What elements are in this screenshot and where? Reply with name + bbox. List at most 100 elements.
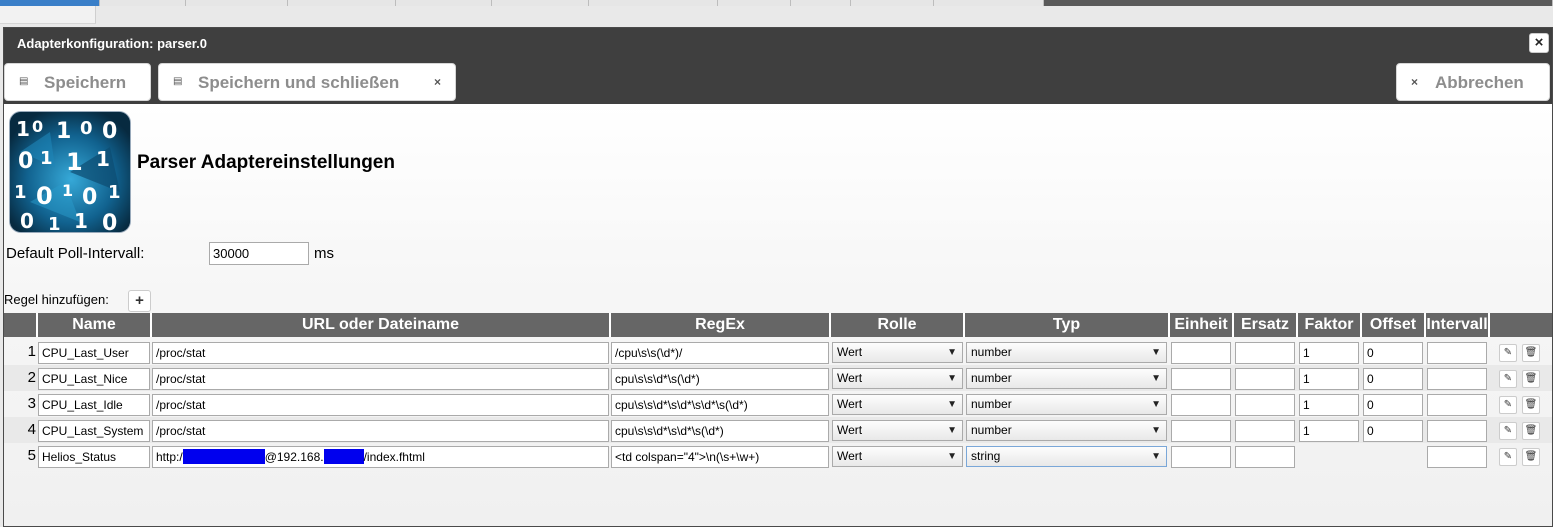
substitute-field[interactable]	[1235, 394, 1295, 416]
type-select[interactable]: string ▼	[966, 446, 1167, 467]
type-select[interactable]: number ▼	[966, 420, 1167, 441]
row-number: 5	[27, 447, 36, 464]
regex-field[interactable]: <td colspan="4">\n(\s+\w+)	[611, 446, 829, 468]
chevron-down-icon: ▼	[947, 347, 957, 358]
substitute-field[interactable]	[1235, 420, 1295, 442]
close-dialog-button[interactable]: ×	[1529, 33, 1549, 53]
save-button-label: Speichern	[44, 73, 127, 92]
header-role: Rolle	[831, 313, 965, 337]
unit-field[interactable]	[1171, 446, 1231, 468]
offset-field[interactable]: 0	[1363, 420, 1423, 442]
add-rule-button[interactable]: +	[128, 290, 151, 312]
trash-icon: 🗑	[1524, 425, 1538, 436]
svg-text:0: 0	[80, 118, 93, 139]
factor-field[interactable]: 1	[1299, 342, 1359, 364]
unit-field[interactable]	[1171, 368, 1231, 390]
url-field[interactable]: /proc/stat	[152, 394, 609, 416]
offset-field[interactable]: 0	[1363, 368, 1423, 390]
name-field[interactable]: CPU_Last_Idle	[38, 394, 150, 416]
delete-button[interactable]: 🗑	[1522, 344, 1540, 362]
chevron-down-icon: ▼	[947, 451, 957, 462]
svg-text:1: 1	[108, 182, 121, 203]
interval-field[interactable]	[1427, 446, 1487, 468]
close-icon: ×	[434, 75, 442, 89]
delete-button[interactable]: 🗑	[1522, 448, 1540, 466]
tab[interactable]	[718, 0, 791, 6]
tab[interactable]	[288, 0, 396, 6]
role-select-value: Wert	[837, 449, 863, 463]
type-select[interactable]: number ▼	[966, 342, 1167, 363]
role-select[interactable]: Wert ▼	[832, 420, 963, 441]
dialog-content: 1 0 1 0 0 0 1 1 1 1 0 1 0 1 0 1 1 0 Pars…	[4, 104, 1552, 526]
substitute-field[interactable]	[1235, 342, 1295, 364]
factor-field[interactable]: 1	[1299, 368, 1359, 390]
chevron-down-icon: ▼	[1151, 399, 1161, 410]
tab[interactable]	[791, 0, 851, 6]
type-select[interactable]: number ▼	[966, 368, 1167, 389]
svg-text:0: 0	[102, 211, 117, 233]
role-select[interactable]: Wert ▼	[832, 446, 963, 467]
url-field[interactable]: /proc/stat	[152, 368, 609, 390]
name-field[interactable]: Helios_Status	[38, 446, 150, 468]
offset-field[interactable]: 0	[1363, 342, 1423, 364]
edit-button[interactable]: ✎	[1499, 396, 1517, 414]
edit-button[interactable]: ✎	[1499, 344, 1517, 362]
cancel-button[interactable]: × Abbrechen	[1396, 63, 1550, 101]
row-number: 3	[27, 395, 36, 412]
tab[interactable]	[589, 0, 718, 6]
role-select[interactable]: Wert ▼	[832, 368, 963, 389]
save-and-close-button[interactable]: ▤ Speichern und schließen ×	[158, 63, 456, 101]
substitute-field[interactable]	[1235, 368, 1295, 390]
chevron-down-icon: ▼	[947, 399, 957, 410]
delete-button[interactable]: 🗑	[1522, 422, 1540, 440]
role-select-value: Wert	[837, 397, 863, 411]
tab[interactable]	[492, 0, 589, 6]
tab[interactable]	[100, 0, 186, 6]
plus-icon: +	[135, 292, 144, 309]
delete-button[interactable]: 🗑	[1522, 370, 1540, 388]
poll-interval-unit: ms	[314, 245, 334, 262]
regex-field[interactable]: cpu\s\s\d*\s(\d*)	[611, 368, 829, 390]
name-field[interactable]: CPU_Last_User	[38, 342, 150, 364]
edit-button[interactable]: ✎	[1499, 370, 1517, 388]
name-field[interactable]: CPU_Last_System	[38, 420, 150, 442]
tab-strip-fill	[1044, 0, 1553, 6]
svg-text:0: 0	[36, 182, 53, 210]
poll-interval-input[interactable]	[209, 242, 309, 265]
dialog-title: Adapterkonfiguration: parser.0	[17, 36, 207, 51]
unit-field[interactable]	[1171, 394, 1231, 416]
edit-button[interactable]: ✎	[1499, 422, 1517, 440]
tab[interactable]	[851, 0, 934, 6]
unit-field[interactable]	[1171, 342, 1231, 364]
interval-field[interactable]	[1427, 420, 1487, 442]
substitute-field[interactable]	[1235, 446, 1295, 468]
tab[interactable]	[186, 0, 288, 6]
tab[interactable]	[934, 0, 1044, 6]
interval-field[interactable]	[1427, 368, 1487, 390]
row-number: 2	[27, 369, 36, 386]
role-select[interactable]: Wert ▼	[832, 394, 963, 415]
url-field[interactable]: /proc/stat	[152, 342, 609, 364]
factor-field[interactable]: 1	[1299, 394, 1359, 416]
factor-field[interactable]: 1	[1299, 420, 1359, 442]
role-select[interactable]: Wert ▼	[832, 342, 963, 363]
interval-field[interactable]	[1427, 394, 1487, 416]
interval-field[interactable]	[1427, 342, 1487, 364]
delete-button[interactable]: 🗑	[1522, 396, 1540, 414]
regex-field[interactable]: cpu\s\s\d*\s\d*\s(\d*)	[611, 420, 829, 442]
tab[interactable]	[396, 0, 492, 6]
trash-icon: 🗑	[1524, 347, 1538, 358]
svg-text:0: 0	[20, 209, 34, 233]
trash-icon: 🗑	[1524, 451, 1538, 462]
regex-field[interactable]: cpu\s\s\d*\s\d*\s\d*\s(\d*)	[611, 394, 829, 416]
url-field[interactable]: http:/ @192.168. /index.fhtml	[152, 446, 609, 468]
unit-field[interactable]	[1171, 420, 1231, 442]
url-field[interactable]: /proc/stat	[152, 420, 609, 442]
type-select[interactable]: number ▼	[966, 394, 1167, 415]
regex-field[interactable]: /cpu\s\s(\d*)/	[611, 342, 829, 364]
header-unit: Einheit	[1170, 313, 1234, 337]
save-button[interactable]: ▤ Speichern	[4, 63, 151, 101]
name-field[interactable]: CPU_Last_Nice	[38, 368, 150, 390]
edit-button[interactable]: ✎	[1499, 448, 1517, 466]
offset-field[interactable]: 0	[1363, 394, 1423, 416]
